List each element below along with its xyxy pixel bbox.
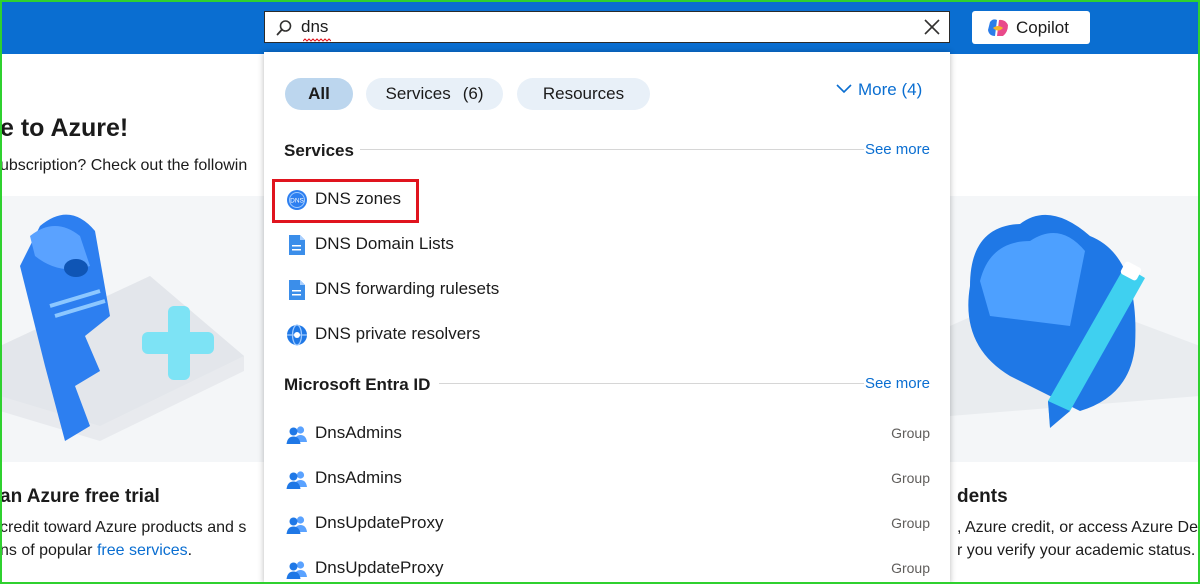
services-see-more-link[interactable]: See more xyxy=(865,141,930,158)
students-illustration xyxy=(950,196,1200,462)
more-filters-label: More (4) xyxy=(858,80,923,99)
close-icon[interactable] xyxy=(923,18,941,36)
welcome-subtitle: ubscription? Check out the followin xyxy=(0,157,248,174)
group-icon xyxy=(286,471,307,489)
entra-item-type: Group xyxy=(891,470,930,486)
students-line2: r you verify your academic status. xyxy=(957,542,1196,559)
document-icon xyxy=(289,235,305,255)
copilot-label: Copilot xyxy=(1016,18,1069,37)
more-filters-button[interactable]: More (4) xyxy=(836,80,922,100)
global-search-box[interactable] xyxy=(264,11,950,43)
entra-divider xyxy=(439,383,864,384)
top-bar: Copilot xyxy=(0,0,1200,54)
free-trial-line2: ns of popular free services. xyxy=(0,542,192,560)
entra-item-label: DnsAdmins xyxy=(315,423,402,442)
svg-text:DNS: DNS xyxy=(290,198,304,205)
key-illustration xyxy=(0,214,244,441)
group-icon xyxy=(286,516,307,534)
group-icon xyxy=(286,426,307,444)
service-item-label: DNS private resolvers xyxy=(315,324,481,343)
filter-resources-button[interactable]: Resources xyxy=(517,78,650,110)
free-services-link[interactable]: free services xyxy=(97,542,188,559)
cloud-pencil-illustration xyxy=(950,214,1200,428)
free-trial-line2-suffix: . xyxy=(187,542,193,559)
globe-icon xyxy=(287,324,307,346)
entra-section-title: Microsoft Entra ID xyxy=(284,375,431,394)
copilot-button[interactable]: Copilot xyxy=(972,11,1090,44)
service-item-label: DNS zones xyxy=(315,189,401,208)
chevron-down-icon xyxy=(836,84,852,94)
students-title: dents xyxy=(957,486,1008,507)
filter-services-button[interactable]: Services (6) xyxy=(366,78,503,110)
service-item-dns-private-resolvers[interactable]: DNS private resolvers xyxy=(282,317,930,353)
filter-services-count: (6) xyxy=(462,84,484,103)
free-trial-title: an Azure free trial xyxy=(0,486,160,507)
entra-item-type: Group xyxy=(891,425,930,441)
search-icon xyxy=(276,20,292,36)
welcome-title: e to Azure! xyxy=(0,114,129,142)
spellcheck-squiggle xyxy=(303,38,331,42)
entra-item-dnsupdateproxy[interactable]: DnsUpdateProxy Group xyxy=(282,551,930,584)
students-line1: , Azure credit, or access Azure De xyxy=(957,519,1198,536)
entra-item-dnsadmins[interactable]: DnsAdmins Group xyxy=(282,461,930,497)
search-input[interactable] xyxy=(301,15,901,39)
search-results-dropdown: All Services (6) Resources More (4) Servi… xyxy=(264,52,950,584)
copilot-icon xyxy=(988,19,1008,36)
group-icon xyxy=(286,561,307,579)
entra-item-label: DnsUpdateProxy xyxy=(315,513,444,532)
entra-item-dnsadmins[interactable]: DnsAdmins Group xyxy=(282,416,930,452)
free-trial-line1: credit toward Azure products and s xyxy=(0,519,247,536)
service-item-dns-zones[interactable]: DNS DNS zones xyxy=(282,182,930,218)
service-item-dns-domain-lists[interactable]: DNS Domain Lists xyxy=(282,227,930,263)
free-trial-line2-prefix: ns of popular xyxy=(0,542,97,559)
service-item-label: DNS forwarding rulesets xyxy=(315,279,500,298)
free-trial-illustration xyxy=(0,196,264,462)
services-section-title: Services xyxy=(284,141,354,160)
filter-all-button[interactable]: All xyxy=(285,78,353,110)
entra-item-dnsupdateproxy[interactable]: DnsUpdateProxy Group xyxy=(282,506,930,542)
entra-item-label: DnsUpdateProxy xyxy=(315,558,444,577)
document-icon xyxy=(289,280,305,300)
service-item-label: DNS Domain Lists xyxy=(315,234,454,253)
entra-item-type: Group xyxy=(891,515,930,531)
entra-item-label: DnsAdmins xyxy=(315,468,402,487)
service-item-dns-forwarding-rulesets[interactable]: DNS forwarding rulesets xyxy=(282,272,930,308)
dns-zones-icon: DNS xyxy=(287,190,307,210)
filter-services-label: Services xyxy=(385,84,451,103)
entra-item-type: Group xyxy=(891,560,930,576)
entra-see-more-link[interactable]: See more xyxy=(865,375,930,392)
services-divider xyxy=(360,149,864,150)
